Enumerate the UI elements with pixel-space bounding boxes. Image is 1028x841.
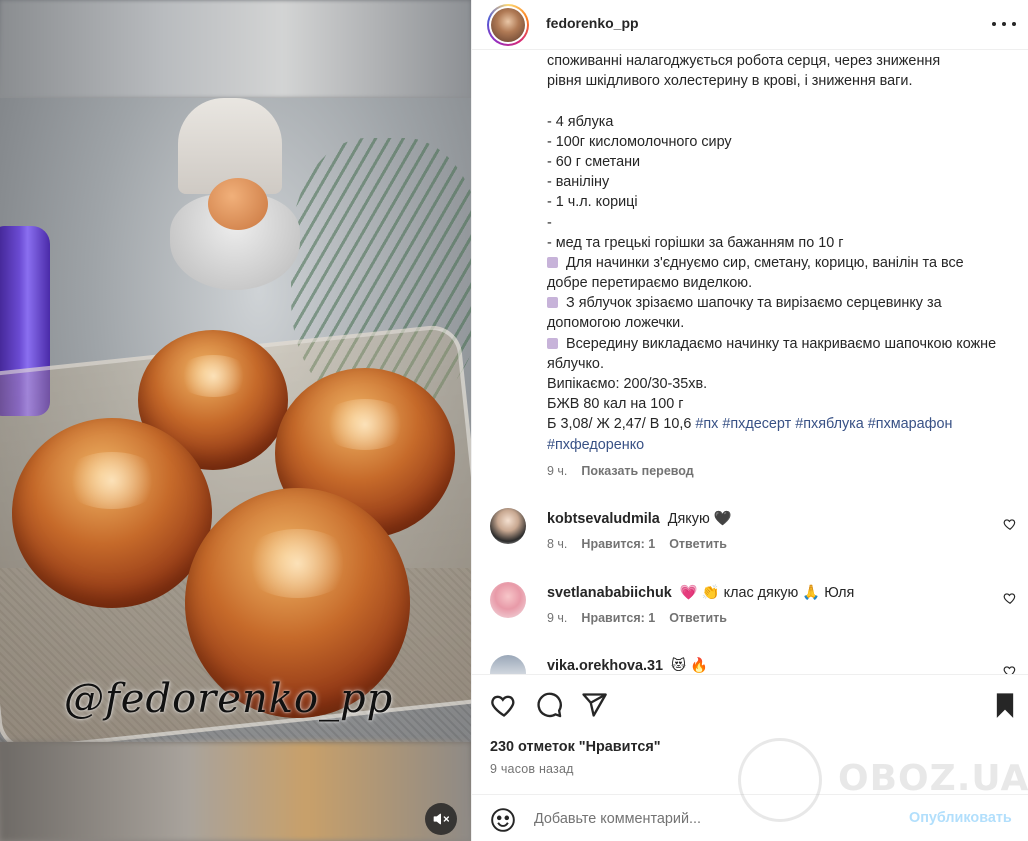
ingredient-item: - [547,214,552,231]
reply-button[interactable]: Ответить [669,537,727,551]
caption-bake: Випікаємо: 200/30-35хв. [547,376,708,393]
hashtag-link[interactable]: #пхфедоренко [547,437,644,453]
translate-button[interactable]: Показать перевод [581,464,693,478]
comment-username[interactable]: svetlanababiichuk [547,585,672,601]
ingredient-item: - 1 ч.л. кориці [547,194,638,211]
post-header: fedorenko_pp [472,0,1028,50]
post-photo: @fedorenko_pp [0,98,471,742]
comment-text: Дякую 🖤 [667,511,732,527]
purple-square-icon [547,297,558,309]
comment-likes[interactable]: Нравится: 1 [581,537,655,551]
comment-item: vika.orekhova.31 😻 🔥 [490,655,1020,674]
comment-username[interactable]: vika.orekhova.31 [547,658,663,674]
comment-meta: 8 ч. Нравится: 1 Ответить [547,537,727,551]
purple-square-icon [547,337,558,349]
caption-macros-line: Б 3,08/ Ж 2,47/ В 10,6 #пх #пхдесерт #пх… [547,416,953,433]
comment-avatar[interactable] [490,582,526,618]
bookmark-icon[interactable] [991,691,1019,719]
heart-icon[interactable] [1003,517,1017,531]
author-avatar-photo [491,8,525,42]
heart-icon[interactable] [1003,591,1017,605]
photo-watermark: @fedorenko_pp [64,676,394,722]
comment-item: kobtsevaludmila Дякую 🖤 8 ч. Нравится: 1… [490,508,1020,568]
ingredient-item: - мед та грецькі горішки за бажанням по … [547,234,844,251]
media-blur-top [0,0,471,98]
comment-time[interactable]: 8 ч. [547,537,567,551]
post-panel: fedorenko_pp споживанні налагоджується р… [471,0,1028,841]
author-avatar[interactable] [487,4,529,46]
publish-button[interactable]: Опубликовать [909,810,1012,826]
caption-kbzhu: БЖВ 80 кал на 100 г [547,396,684,413]
ingredient-item: - 4 яблука [547,113,614,130]
baked-apple [12,418,212,608]
likes-count[interactable]: 230 отметок "Нравится" [490,739,661,755]
comment-meta: 9 ч. Нравится: 1 Ответить [547,611,727,625]
emoji-icon[interactable] [490,807,516,833]
comment-avatar[interactable] [490,655,526,674]
caption-meta: 9 ч. Показать перевод [547,464,694,478]
step-item: З яблучок зрізаємо шапочку та вирізаємо … [547,295,942,332]
comment-text: 😻 🔥 [671,658,708,674]
ingredient-item: - ваніліну [547,174,610,191]
post-media[interactable]: @fedorenko_pp [0,0,471,841]
comment-input[interactable] [534,806,904,832]
reply-button[interactable]: Ответить [669,611,727,625]
post-time[interactable]: 9 часов назад [490,762,574,776]
comment-icon[interactable] [535,691,563,719]
post-caption: споживанні налагоджується робота серця, … [547,51,997,455]
hashtag-links[interactable]: #пх #пхдесерт #пхяблука #пхмарафон [695,416,952,432]
comment-likes[interactable]: Нравится: 1 [581,611,655,625]
caption-time[interactable]: 9 ч. [547,464,567,478]
comment-time[interactable]: 9 ч. [547,611,567,625]
comment-item: svetlanababiichuk 💗 👏 клас дякую 🙏 Юля 9… [490,582,1020,642]
speaker-muted-icon [433,813,449,825]
heart-icon[interactable] [1003,664,1017,674]
media-blur-bottom [0,742,471,841]
ingredient-item: - 100г кисломолочного сиру [547,133,732,150]
ingredient-item: - 60 г сметани [547,153,641,170]
comments-scroll-area[interactable]: споживанні налагоджується робота серця, … [472,51,1028,674]
post-actions: 230 отметок "Нравится" 9 часов назад [472,674,1028,794]
caption-intro-line: споживанні налагоджується робота серця, … [547,53,941,69]
more-options-icon [992,22,996,26]
heart-icon[interactable] [490,691,518,719]
share-icon[interactable] [580,691,608,719]
author-username[interactable]: fedorenko_pp [546,15,639,31]
purple-square-icon [547,256,558,268]
photo-gnome-nose [208,178,268,230]
comment-username[interactable]: kobtsevaludmila [547,511,660,527]
caption-intro-line: рівня шкідливого холестерину в крові, і … [547,73,913,90]
step-item: Для начинки з'єднуємо сир, сметану, кори… [547,254,964,292]
mute-button[interactable] [425,803,457,835]
step-item: Всередину викладаємо начинку та накриває… [547,335,997,372]
comment-avatar[interactable] [490,508,526,544]
more-options-button[interactable] [992,14,1016,34]
add-comment-bar: Опубликовать [472,794,1028,841]
comment-text: 💗 👏 клас дякую 🙏 Юля [679,585,855,601]
